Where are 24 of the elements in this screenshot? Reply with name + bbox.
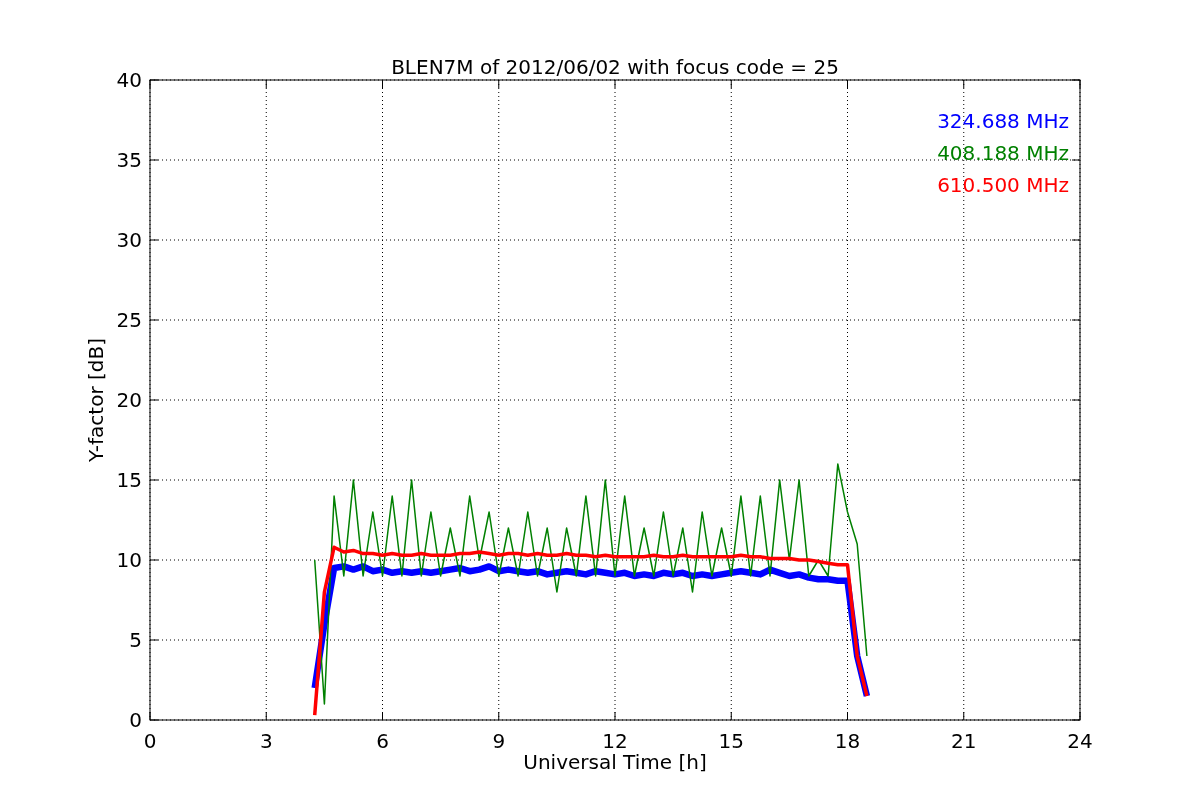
axis-label: Universal Time [h] — [523, 750, 707, 774]
tick-label: 30 — [116, 228, 142, 252]
tick-label: 5 — [129, 628, 142, 652]
tick-label: 0 — [143, 729, 157, 753]
tick-label: 15 — [116, 468, 142, 492]
tick-label: 20 — [116, 388, 142, 412]
legend-label: 324.688 MHz — [937, 109, 1069, 133]
tick-label: 35 — [116, 148, 142, 172]
tick-label: 18 — [834, 729, 861, 753]
chart-title: BLEN7M of 2012/06/02 with focus code = 25 — [391, 55, 839, 79]
legend-label: 408.188 MHz — [937, 141, 1069, 165]
tick-label: 3 — [259, 729, 273, 753]
tick-label: 21 — [951, 729, 977, 753]
legend-label: 610.500 MHz — [937, 173, 1069, 197]
tick-label: 40 — [116, 68, 142, 92]
tick-label: 0 — [129, 708, 142, 732]
tick-label: 24 — [1067, 729, 1093, 753]
tick-label: 10 — [116, 548, 142, 572]
tick-label: 9 — [492, 729, 506, 753]
axis-label: Y-factor [dB] — [84, 338, 108, 462]
tick-label: 25 — [116, 308, 142, 332]
tick-label: 15 — [718, 729, 744, 753]
tick-label: 6 — [376, 729, 389, 753]
tick-label: 12 — [602, 729, 628, 753]
